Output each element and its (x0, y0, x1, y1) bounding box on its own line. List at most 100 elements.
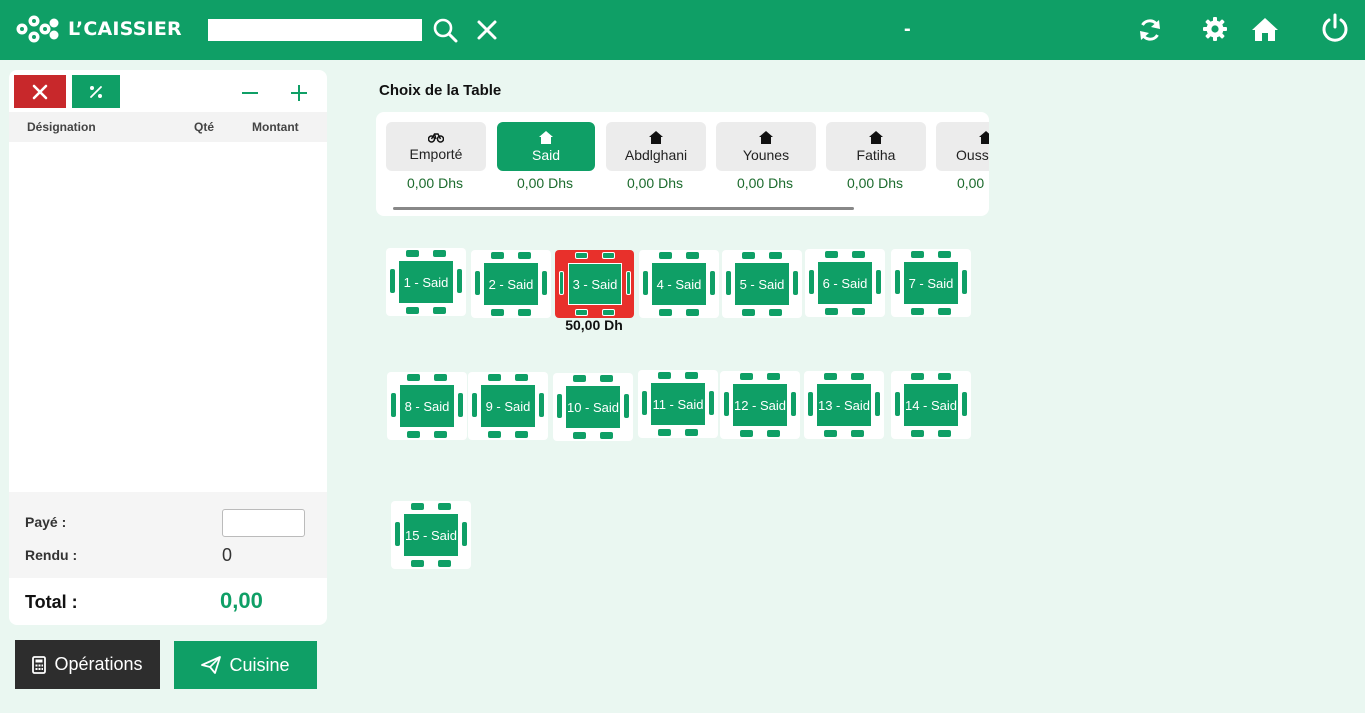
search-icon[interactable] (432, 17, 458, 43)
decrease-quantity-button[interactable] (237, 80, 263, 106)
chair-icon (515, 431, 528, 438)
chair-icon (407, 431, 420, 438)
chair-icon (808, 392, 813, 416)
logo-icon (16, 15, 59, 43)
table-4[interactable]: 4 - Said (639, 250, 719, 318)
table-14[interactable]: 14 - Said (891, 371, 971, 439)
chair-icon (686, 252, 699, 259)
chair-icon (539, 393, 544, 417)
table-13[interactable]: 13 - Said (804, 371, 884, 439)
total-label: Total : (25, 592, 78, 612)
table-11[interactable]: 11 - Said (638, 370, 718, 438)
tab-oussama[interactable]: Oussama (936, 122, 989, 171)
table-label: 4 - Said (652, 263, 706, 305)
plus-icon (291, 85, 307, 101)
table-2[interactable]: 2 - Said (471, 250, 551, 318)
kitchen-button[interactable]: Cuisine (174, 641, 317, 689)
chair-icon (767, 430, 780, 437)
table-label: 14 - Said (904, 384, 958, 426)
chair-icon (491, 252, 504, 259)
table-12[interactable]: 12 - Said (720, 371, 800, 439)
search-input[interactable] (208, 19, 422, 41)
order-panel: Désignation Qté Montant Payé : Rendu : 0… (9, 70, 327, 625)
chair-icon (809, 270, 814, 294)
tab-label: Abdlghani (624, 146, 688, 163)
chair-icon (742, 309, 755, 316)
chair-icon (769, 252, 782, 259)
chair-icon (895, 270, 900, 294)
chair-icon (825, 308, 838, 315)
chair-icon (557, 394, 562, 418)
table-1[interactable]: 1 - Said (386, 248, 466, 316)
operations-button[interactable]: Opérations (15, 640, 160, 689)
chair-icon (740, 373, 753, 380)
chair-icon (600, 432, 613, 439)
chair-icon (659, 309, 672, 316)
tab-emporte[interactable]: Emporté (386, 122, 486, 171)
refresh-icon[interactable] (1137, 17, 1163, 43)
order-table-header: Désignation Qté Montant (9, 112, 327, 142)
chair-icon (938, 373, 951, 380)
chair-icon (643, 271, 648, 295)
chair-icon (518, 309, 531, 316)
chair-icon (624, 394, 629, 418)
total-value: 0,00 (220, 588, 263, 613)
home-icon (759, 130, 773, 144)
paid-label: Payé : (25, 514, 67, 530)
table-label: 15 - Said (404, 514, 458, 556)
chair-icon (406, 250, 419, 257)
table-label: 10 - Said (566, 386, 620, 428)
chair-icon (824, 373, 837, 380)
chair-icon (573, 432, 586, 439)
paid-input[interactable] (222, 509, 305, 537)
table-6[interactable]: 6 - Said (805, 249, 885, 317)
chair-icon (642, 391, 647, 415)
chair-icon (600, 375, 613, 382)
chair-icon (658, 372, 671, 379)
chair-icon (938, 308, 951, 315)
chair-icon (575, 309, 588, 316)
settings-gear-icon[interactable] (1202, 16, 1228, 42)
chair-icon (876, 270, 881, 294)
kitchen-label: Cuisine (229, 654, 290, 675)
column-designation: Désignation (27, 120, 96, 134)
table-label: 3 - Said (568, 263, 622, 305)
chair-icon (767, 373, 780, 380)
power-icon[interactable] (1320, 13, 1350, 43)
tab-label: Younes (742, 146, 790, 163)
chair-icon (710, 271, 715, 295)
clear-order-button[interactable] (14, 75, 66, 108)
tab-said[interactable]: Said (497, 122, 595, 171)
home-icon (979, 130, 989, 144)
tab-label: Oussama (956, 146, 989, 163)
chair-icon (602, 252, 615, 259)
home-icon[interactable] (1251, 16, 1279, 42)
table-10[interactable]: 10 - Said (553, 373, 633, 441)
table-3[interactable]: 3 - Said (555, 250, 634, 318)
tab-amount: 0,00 Dhs (956, 175, 989, 191)
table-label: 7 - Said (904, 262, 958, 304)
table-9[interactable]: 9 - Said (468, 372, 548, 440)
tab-label: Emporté (409, 146, 463, 162)
table-5[interactable]: 5 - Said (722, 250, 802, 318)
chair-icon (457, 269, 462, 293)
chair-icon (518, 252, 531, 259)
chair-icon (825, 251, 838, 258)
table-8[interactable]: 8 - Said (387, 372, 467, 440)
chair-icon (491, 309, 504, 316)
section-title: Choix de la Table (379, 82, 502, 99)
tab-abdlghani[interactable]: Abdlghani (606, 122, 706, 171)
tab-fatiha[interactable]: Fatiha (826, 122, 926, 171)
chair-icon (793, 271, 798, 295)
chair-icon (895, 392, 900, 416)
tab-amount: 0,00 Dhs (406, 175, 464, 191)
table-15[interactable]: 15 - Said (391, 501, 471, 569)
discount-button[interactable] (72, 75, 120, 108)
chair-icon (390, 269, 395, 293)
clear-search-icon[interactable] (476, 19, 498, 41)
minus-icon (242, 92, 258, 94)
tab-younes[interactable]: Younes (716, 122, 816, 171)
increase-quantity-button[interactable] (286, 80, 312, 106)
table-7[interactable]: 7 - Said (891, 249, 971, 317)
tabs-scrollbar[interactable] (393, 207, 854, 210)
